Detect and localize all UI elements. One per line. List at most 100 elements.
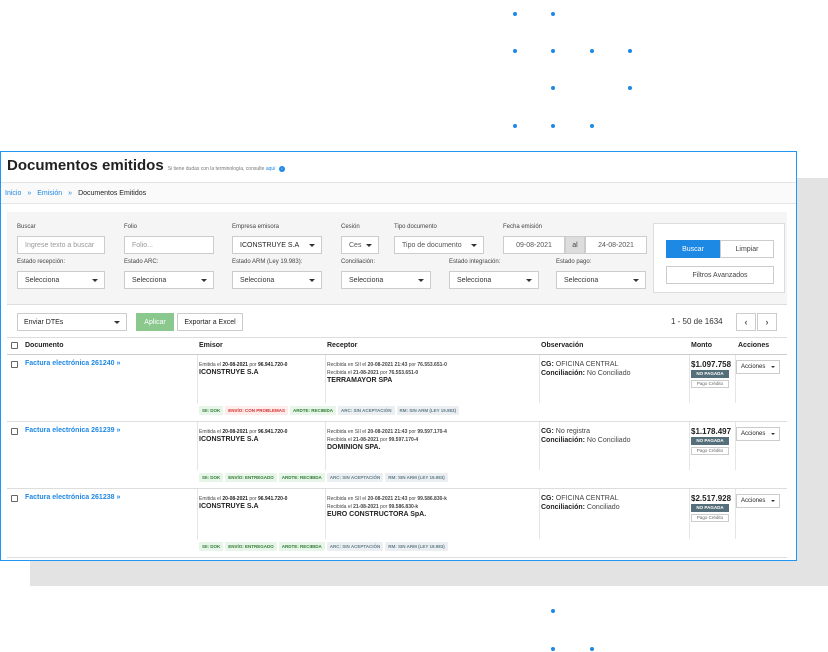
monto-cell: $1.097.758 NO PAGADA Pago Crédito — [691, 360, 733, 388]
status-badges: SII: DOK ENVÍO: ENTREGADO ARDTE: RECIBIDA A… — [199, 473, 448, 482]
recepcion-select[interactable]: Selecciona — [17, 271, 105, 289]
cesion-label: Cesión — [341, 224, 360, 230]
integracion-label: Estado integración: — [449, 259, 501, 265]
fecha-desde-input[interactable]: 09-08-2021 — [503, 236, 565, 254]
document-link[interactable]: Factura electrónica 261238 » — [25, 494, 120, 501]
export-excel-button[interactable]: Exportar a Excel — [177, 313, 243, 331]
status-badge: ARC: SIN ACEPTACIÓN — [338, 406, 395, 415]
payment-status-badge: NO PAGADA — [691, 437, 729, 445]
fecha-label: Fecha emisión — [503, 224, 543, 230]
arm-label: Estado ARM (Ley 19.983): — [232, 259, 303, 265]
payment-status-badge: NO PAGADA — [691, 504, 729, 512]
next-page-icon[interactable]: › — [757, 313, 777, 331]
breadcrumb-separator-icon: » — [27, 189, 32, 197]
prev-page-icon[interactable]: ‹ — [736, 313, 756, 331]
search-input[interactable]: Ingrese texto a buscar — [17, 236, 105, 254]
status-badge: ENVÍO: ENTREGADO — [225, 542, 277, 551]
payment-type-badge: Pago Crédito — [691, 447, 729, 455]
status-badge: RM: SIN ARM (LEY 19.983) — [385, 542, 448, 551]
emisor-cell: Emitida el 20-08-2021 por 96.941.720-0 I… — [199, 362, 288, 376]
column-divider — [689, 422, 690, 470]
document-link[interactable]: Factura electrónica 261239 » — [25, 427, 120, 434]
integracion-select[interactable]: Selecciona — [449, 271, 539, 289]
conciliacion-select[interactable]: Selecciona — [341, 271, 431, 289]
column-divider — [197, 489, 198, 539]
column-divider — [689, 355, 690, 403]
status-badge: ENVÍO: ENTREGADO — [225, 473, 277, 482]
col-observacion: Observación — [541, 342, 584, 349]
monto-value: $1.097.758 — [691, 360, 732, 369]
status-badge: ARDTE: RECIBIDA — [278, 542, 325, 551]
status-badge: RM: SIN ARM (LEY 19.983) — [396, 406, 460, 415]
empresa-select[interactable]: ICONSTRUYE S.A — [232, 236, 322, 254]
document-link[interactable]: Factura electrónica 261240 » — [25, 360, 120, 367]
info-icon[interactable]: i — [278, 166, 285, 172]
col-documento: Documento — [25, 342, 64, 349]
acciones-dropdown[interactable]: Acciones — [736, 494, 780, 508]
arc-select[interactable]: Selecciona — [124, 271, 214, 289]
status-badge: ARDTE: RECIBIDA — [290, 406, 337, 415]
status-badges: SII: DOK ENVÍO: ENTREGADO ARDTE: RECIBIDA A… — [199, 542, 448, 551]
table-header: Documento Emisor Receptor Observación Mo… — [7, 338, 787, 355]
folio-label: Folio — [124, 224, 138, 230]
column-divider — [197, 422, 198, 470]
monto-value: $2.517.928 — [691, 494, 732, 503]
breadcrumb-separator-icon: » — [68, 189, 73, 197]
receptor-cell: Recibida en SII el 20-08-2021 21:43 por … — [327, 429, 447, 451]
receptor-name: TERRAMAYOR SPA — [327, 377, 393, 384]
column-divider — [325, 489, 326, 539]
help-link[interactable]: aquí — [266, 166, 276, 172]
payment-type-badge: Pago Crédito — [691, 380, 729, 388]
breadcrumb: Inicio » Emisión » Documentos Emitidos — [1, 182, 796, 204]
column-divider — [325, 422, 326, 470]
pagination-info: 1 - 50 de 1634 — [671, 317, 723, 326]
col-receptor: Receptor — [327, 342, 358, 349]
receptor-cell: Recibida en SII el 20-08-2021 21:43 por … — [327, 496, 447, 518]
breadcrumb-current: Documentos Emitidos — [78, 189, 147, 197]
col-monto: Monto — [691, 342, 712, 349]
col-acciones: Acciones — [738, 342, 770, 349]
fecha-al-label: al — [565, 236, 585, 254]
receptor-cell: Recibida en SII el 20-08-2021 21:43 por … — [327, 362, 447, 384]
limpiar-button[interactable]: Limpiar — [720, 240, 774, 258]
select-all-checkbox[interactable] — [11, 342, 18, 349]
arm-select[interactable]: Selecciona — [232, 271, 322, 289]
status-badge: ARDTE: RECIBIDA — [278, 473, 325, 482]
aplicar-button[interactable]: Aplicar — [136, 313, 174, 331]
row-checkbox[interactable] — [11, 495, 18, 502]
observacion-cell: CG: No registra Conciliación: No Concili… — [541, 428, 631, 444]
acciones-dropdown[interactable]: Acciones — [736, 427, 780, 441]
app-window: Documentos emitidos Si tiene dudas con l… — [0, 151, 797, 561]
status-badge: SII: DOK — [199, 406, 224, 415]
row-checkbox[interactable] — [11, 428, 18, 435]
col-emisor: Emisor — [199, 342, 223, 349]
help-text: Si tiene dudas con la terminología, cons… — [168, 166, 285, 172]
fecha-hasta-input[interactable]: 24-08-2021 — [585, 236, 647, 254]
pago-select[interactable]: Selecciona — [556, 271, 646, 289]
page-header: Documentos emitidos Si tiene dudas con l… — [1, 152, 796, 182]
buscar-button[interactable]: Buscar — [666, 240, 720, 258]
status-badge: ARC: SIN ACEPTACIÓN — [326, 473, 384, 482]
status-badge: SII: DOK — [199, 542, 224, 551]
breadcrumb-emision[interactable]: Emisión — [37, 190, 62, 197]
emisor-name: ICONSTRUYE S.A — [199, 436, 259, 443]
monto-cell: $2.517.928 NO PAGADA Pago Crédito — [691, 494, 733, 522]
row-checkbox[interactable] — [11, 361, 18, 368]
receptor-name: EURO CONSTRUCTORA SpA. — [327, 511, 427, 518]
column-divider — [539, 355, 540, 403]
emisor-name: ICONSTRUYE S.A — [199, 369, 259, 376]
buscar-label: Buscar — [17, 224, 36, 230]
content-area: Buscar Ingrese texto a buscar Folio Foli… — [7, 212, 787, 559]
breadcrumb-home[interactable]: Inicio — [5, 190, 21, 197]
emisor-cell: Emitida el 20-08-2021 por 96.941.720-0 I… — [199, 496, 288, 510]
bulk-action-select[interactable]: Enviar DTEs — [17, 313, 127, 331]
filtros-avanzados-button[interactable]: Filtros Avanzados — [666, 266, 774, 284]
acciones-dropdown[interactable]: Acciones — [736, 360, 780, 374]
cesion-select[interactable]: Ces — [341, 236, 379, 254]
column-divider — [197, 355, 198, 403]
tipo-label: Tipo documento — [394, 224, 437, 230]
status-badges: SII: DOK ENVÍO: CON PROBLEMAS ARDTE: RECIB… — [199, 406, 460, 415]
table-body: Factura electrónica 261240 » Emitida el … — [7, 355, 787, 558]
folio-input[interactable]: Folio... — [124, 236, 214, 254]
tipo-documento-select[interactable]: Tipo de documento — [394, 236, 484, 254]
